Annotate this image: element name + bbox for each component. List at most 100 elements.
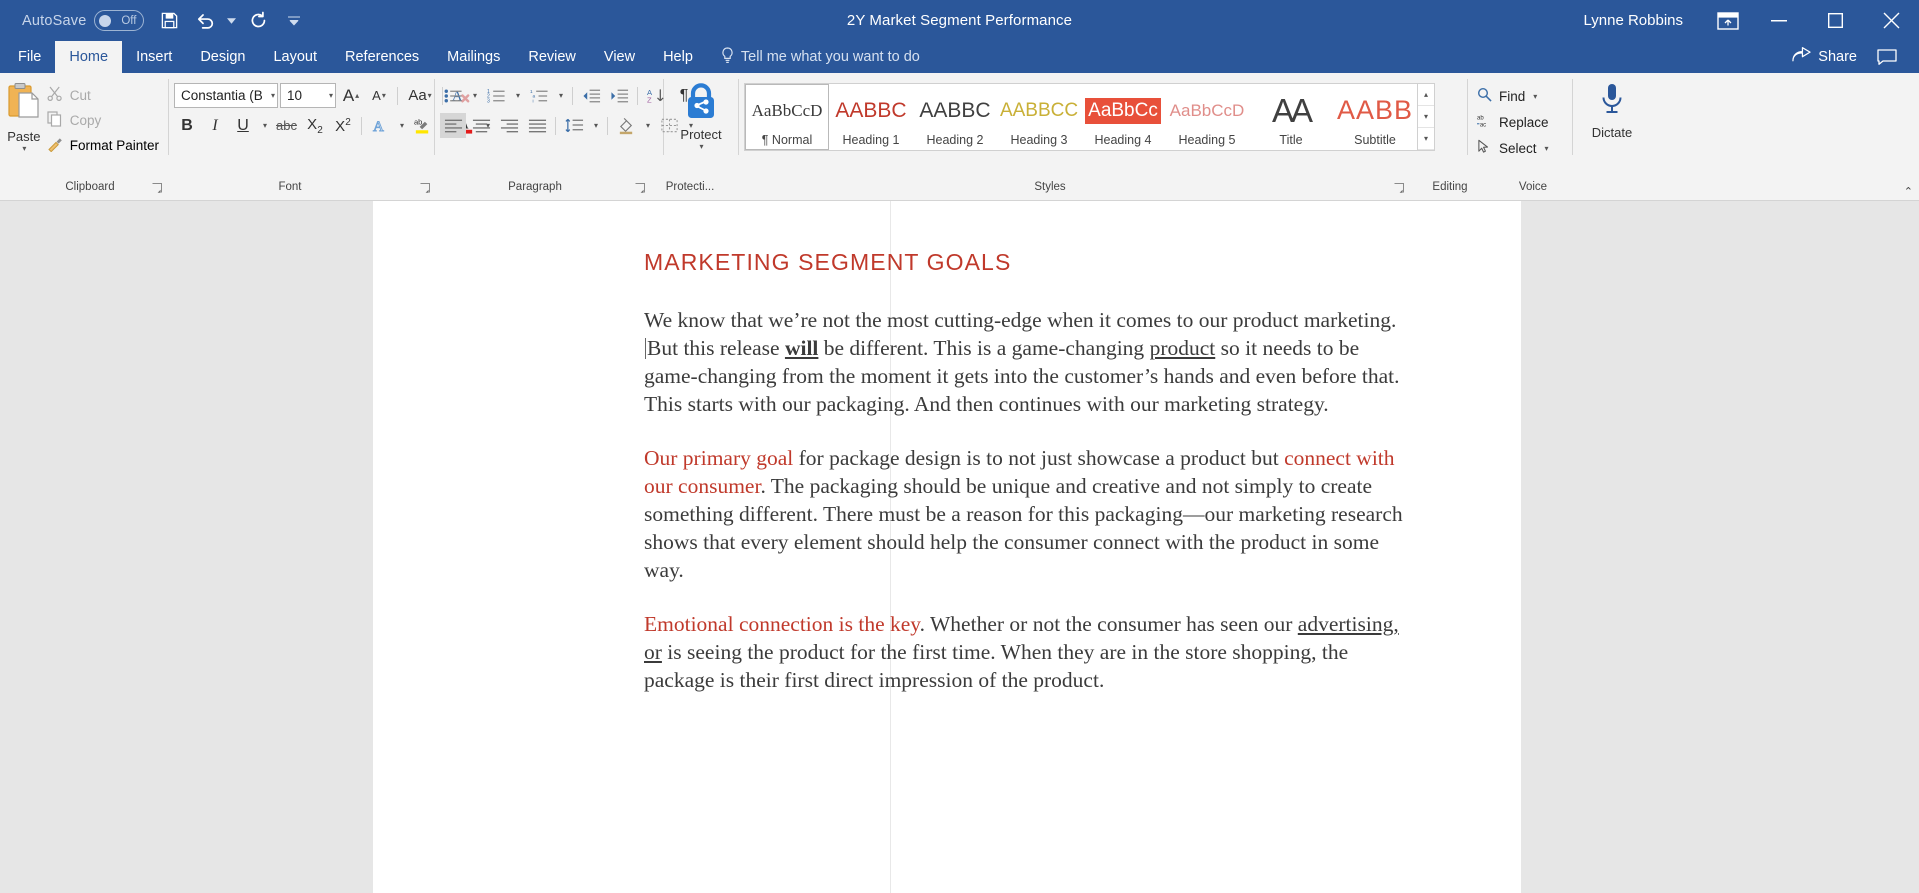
strikethrough-button[interactable]: abc [273, 113, 300, 138]
tell-me-search[interactable]: Tell me what you want to do [707, 41, 920, 73]
text-effects-dropdown-icon[interactable]: ▾ [395, 113, 408, 138]
close-icon[interactable] [1863, 0, 1919, 41]
protect-button[interactable]: Protect ▾ [670, 78, 732, 151]
multilevel-dropdown-icon[interactable]: ▾ [554, 83, 567, 108]
style-heading-5[interactable]: AaBbCcD Heading 5 [1165, 84, 1249, 150]
underline-button[interactable]: U [230, 113, 256, 138]
decrease-indent-icon[interactable] [578, 83, 604, 108]
font-dialog-launcher[interactable] [418, 181, 432, 195]
copy-button[interactable]: Copy [43, 109, 163, 131]
style-heading-2[interactable]: AABBC Heading 2 [913, 84, 997, 150]
tab-insert[interactable]: Insert [122, 41, 186, 73]
text-highlight-color-icon[interactable]: ab [410, 113, 436, 138]
tab-review[interactable]: Review [514, 41, 590, 73]
style-title[interactable]: AA Title [1249, 84, 1333, 150]
clipboard-dialog-launcher[interactable] [150, 181, 164, 195]
line-spacing-icon[interactable] [561, 113, 587, 138]
superscript-button[interactable]: X2 [330, 113, 356, 138]
tab-references[interactable]: References [331, 41, 433, 73]
undo-icon[interactable] [188, 4, 222, 38]
bold-button[interactable]: B [174, 113, 200, 138]
font-name-input[interactable]: Constantia (B ▾ [174, 83, 278, 108]
font-size-input[interactable]: 10 ▾ [280, 83, 336, 108]
ribbon-display-options-icon[interactable] [1705, 0, 1751, 41]
tab-mailings[interactable]: Mailings [433, 41, 514, 73]
font-size-dropdown-icon[interactable]: ▾ [329, 91, 333, 100]
paste-dropdown-icon[interactable]: ▾ [22, 144, 26, 153]
subscript-button[interactable]: X2 [302, 113, 328, 138]
italic-button[interactable]: I [202, 113, 228, 138]
account-name[interactable]: Lynne Robbins [1583, 12, 1683, 29]
tab-layout[interactable]: Layout [259, 41, 331, 73]
ribbon-group-labels: Clipboard Font Paragraph Protecti... Sty… [0, 177, 1919, 201]
cut-button[interactable]: Cut [43, 84, 163, 106]
minimize-icon[interactable] [1751, 0, 1807, 41]
comments-icon[interactable] [1869, 49, 1905, 65]
underline-dropdown-icon[interactable]: ▾ [258, 113, 271, 138]
p1-link-product[interactable]: product [1150, 336, 1216, 360]
save-icon[interactable] [152, 4, 186, 38]
paragraph-divider-2 [637, 86, 638, 105]
style-subtitle-preview: AABB [1336, 95, 1414, 125]
styles-more-icon[interactable]: ▾ [1418, 128, 1434, 150]
maximize-icon[interactable] [1807, 0, 1863, 41]
document-paragraph-2[interactable]: Our primary goal for package design is t… [644, 444, 1404, 584]
style-normal[interactable]: AaBbCcD ¶ Normal [745, 84, 829, 150]
multilevel-list-icon[interactable]: 1ai [526, 83, 552, 108]
bullets-icon[interactable] [440, 83, 466, 108]
document-content[interactable]: MARKETING SEGMENT GOALS We know that we’… [644, 201, 1404, 694]
format-painter-button[interactable]: Format Painter [43, 134, 163, 156]
redo-icon[interactable] [241, 4, 275, 38]
tab-home[interactable]: Home [55, 41, 123, 73]
align-center-icon[interactable] [468, 113, 494, 138]
styles-scroll-up-icon[interactable]: ▴ [1418, 84, 1434, 106]
paste-button[interactable]: Paste ▾ [5, 78, 43, 153]
style-heading-4[interactable]: AaBbCc Heading 4 [1081, 84, 1165, 150]
justify-icon[interactable] [524, 113, 550, 138]
find-button[interactable]: Find ▾ [1473, 84, 1553, 108]
text-effects-icon[interactable]: A [367, 113, 393, 138]
style-heading-1[interactable]: AABBC Heading 1 [829, 84, 913, 150]
select-button[interactable]: Select ▾ [1473, 136, 1553, 160]
change-case-button[interactable]: Aa ▾ [403, 83, 437, 108]
increase-indent-icon[interactable] [606, 83, 632, 108]
tab-file[interactable]: File [4, 41, 55, 73]
share-button[interactable]: Share [1786, 47, 1863, 67]
shading-icon[interactable] [613, 113, 639, 138]
autosave-switch[interactable]: Off [94, 10, 145, 31]
document-workspace[interactable]: MARKETING SEGMENT GOALS We know that we’… [0, 201, 1919, 893]
select-dropdown-icon[interactable]: ▾ [1545, 144, 1549, 153]
tab-design[interactable]: Design [186, 41, 259, 73]
paintbrush-icon [47, 136, 63, 155]
find-dropdown-icon[interactable]: ▾ [1533, 92, 1537, 101]
dictate-button[interactable]: Dictate [1579, 78, 1645, 140]
tab-view[interactable]: View [590, 41, 649, 73]
style-subtitle[interactable]: AABB Subtitle [1333, 84, 1417, 150]
paragraph-dialog-launcher[interactable] [633, 181, 647, 195]
align-left-icon[interactable] [440, 113, 466, 138]
style-heading-1-preview: AABBC [835, 98, 907, 122]
font-name-dropdown-icon[interactable]: ▾ [271, 91, 275, 100]
undo-dropdown-icon[interactable] [224, 4, 239, 38]
style-title-preview: AA [1271, 91, 1313, 129]
line-spacing-dropdown-icon[interactable]: ▾ [589, 113, 602, 138]
collapse-ribbon-icon[interactable]: ⌃ [1904, 185, 1913, 198]
tab-help[interactable]: Help [649, 41, 707, 73]
align-right-icon[interactable] [496, 113, 522, 138]
style-heading-3[interactable]: AABBCC Heading 3 [997, 84, 1081, 150]
share-icon [1792, 47, 1811, 67]
shrink-font-button[interactable]: A ▾ [366, 83, 392, 108]
clipboard-commands: Cut Copy Format Painter [43, 78, 163, 156]
styles-scroll-down-icon[interactable]: ▾ [1418, 106, 1434, 128]
bullets-dropdown-icon[interactable]: ▾ [468, 83, 481, 108]
numbering-icon[interactable]: 123 [483, 83, 509, 108]
document-paragraph-1[interactable]: We know that we’re not the most cutting-… [644, 306, 1404, 418]
grow-font-button[interactable]: A ▴ [338, 83, 364, 108]
customize-quick-access-icon[interactable] [277, 4, 311, 38]
shading-dropdown-icon[interactable]: ▾ [641, 113, 654, 138]
replace-button[interactable]: ab ac Replace [1473, 110, 1553, 134]
autosave-toggle[interactable]: AutoSave Off [16, 10, 150, 31]
numbering-dropdown-icon[interactable]: ▾ [511, 83, 524, 108]
protect-dropdown-icon[interactable]: ▾ [699, 142, 703, 151]
document-paragraph-3[interactable]: Emotional connection is the key. Whether… [644, 610, 1404, 694]
